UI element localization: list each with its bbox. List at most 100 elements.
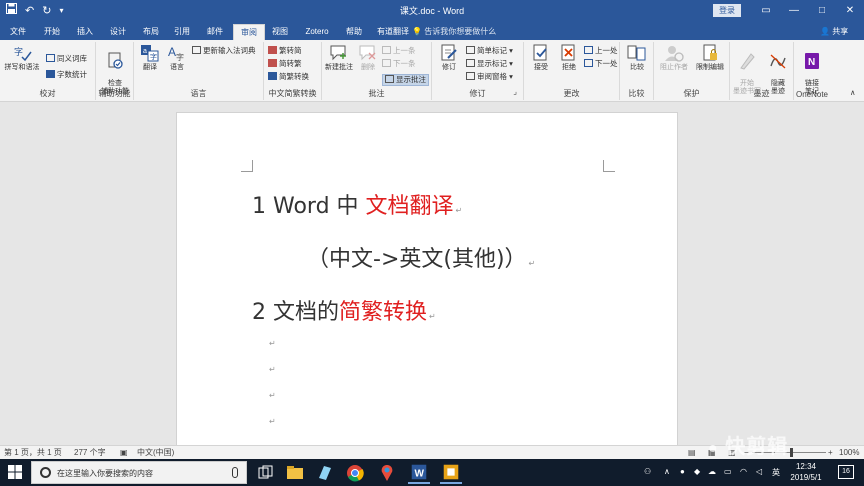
tab-view[interactable]: 视图 <box>266 24 294 40</box>
block-authors-icon <box>665 46 684 62</box>
word-count-button[interactable]: 字数统计 <box>46 70 87 80</box>
group-label-comments: 批注 <box>368 89 385 98</box>
minimize-button[interactable]: — <box>780 0 808 22</box>
action-center-icon[interactable]: 16 <box>838 465 854 479</box>
new-comment-button[interactable]: 新建批注 <box>324 44 354 72</box>
document-page[interactable]: 1 Word 中 文档翻译 ↵ （中文->英文(其他)） ↵ 2 文档的简繁转换 ↵ … <box>176 112 678 452</box>
windows-start-icon[interactable] <box>8 465 22 479</box>
group-label-chinese-conversion: 中文简繁转换 <box>268 89 317 98</box>
tab-layout[interactable]: 布局 <box>137 24 165 40</box>
tell-me-search[interactable]: 💡 告诉我你想要做什么 <box>412 25 496 39</box>
tab-youdao[interactable]: 有道翻译 <box>373 24 413 40</box>
zoom-in-icon[interactable]: + <box>828 448 833 458</box>
show-hidden-icons[interactable]: ∧ <box>664 467 670 476</box>
group-label-ink: 墨迹 <box>753 89 770 98</box>
share-button[interactable]: 👤 共享 <box>820 25 848 39</box>
empty-paragraph[interactable]: ↵ <box>269 339 276 348</box>
cloud-icon[interactable]: ☁ <box>708 467 716 476</box>
previous-comment-button[interactable]: 上一条 <box>382 46 416 56</box>
tab-references[interactable]: 引用 <box>168 24 196 40</box>
microphone-icon[interactable] <box>232 467 238 478</box>
zoom-level[interactable]: 100% <box>839 448 859 458</box>
simplified-to-traditional-button[interactable]: 简转繁 <box>268 59 302 69</box>
word-count[interactable]: 277 个字 <box>74 448 106 458</box>
delete-comment-button[interactable]: 删除 <box>356 44 380 72</box>
file-explorer-icon[interactable] <box>284 462 306 484</box>
close-button[interactable]: ✕ <box>836 0 864 22</box>
page-count[interactable]: 第 1 页，共 1 页 <box>4 448 62 458</box>
accept-button[interactable]: 接受 <box>528 44 554 72</box>
previous-change-button[interactable]: 上一处 <box>584 46 618 56</box>
block-authors-button[interactable]: 阻止作者 <box>656 44 692 72</box>
tab-zotero[interactable]: Zotero <box>300 24 334 40</box>
onenote-icon: N <box>805 53 819 69</box>
ribbon-display-icon[interactable]: ▭ <box>752 0 780 22</box>
book-icon <box>46 54 55 62</box>
tab-insert[interactable]: 插入 <box>71 24 99 40</box>
empty-paragraph[interactable]: ↵ <box>269 417 276 426</box>
next-comment-icon <box>382 59 391 67</box>
tracking-options-launcher-icon[interactable]: ⌟ <box>513 87 517 96</box>
linked-notes-button[interactable]: N 链接 笔记 <box>798 44 826 96</box>
taskbar-search-input[interactable]: 在这里输入你要搜索的内容 <box>31 461 247 484</box>
group-tracking: 修订 简单标记 ▾ 显示标记 ▾ 审阅窗格 ▾ 修订 ⌟ <box>432 42 524 100</box>
read-mode-icon[interactable]: ▤ <box>688 448 696 458</box>
word-app-icon[interactable]: W <box>408 462 430 484</box>
zoom-slider-thumb[interactable] <box>790 448 793 457</box>
empty-paragraph[interactable]: ↵ <box>269 391 276 400</box>
security-icon[interactable]: ◆ <box>694 467 700 476</box>
input-method-indicator[interactable]: 英 <box>772 467 780 478</box>
update-ime-dictionary-button[interactable]: 更新输入法词典 <box>192 46 256 56</box>
doc-line-2[interactable]: （中文->英文(其他)） ↵ <box>307 241 535 273</box>
tab-file[interactable]: 文件 <box>4 24 32 40</box>
convert-traditional-icon <box>268 59 277 67</box>
show-comments-button[interactable]: 显示批注 <box>382 74 429 86</box>
compare-button[interactable]: 比较 <box>624 44 650 72</box>
svg-text:字: 字 <box>14 46 23 57</box>
reviewing-pane-dropdown[interactable]: 审阅窗格 ▾ <box>466 72 513 82</box>
spelling-grammar-button[interactable]: 字 拼写和语法 <box>4 44 40 72</box>
people-icon[interactable]: ⚇ <box>644 467 651 476</box>
reject-button[interactable]: 拒绝 <box>556 44 582 72</box>
next-comment-button[interactable]: 下一条 <box>382 59 416 69</box>
notepad-app-icon[interactable] <box>314 462 336 484</box>
login-button[interactable]: 登录 <box>713 4 741 17</box>
task-view-icon[interactable] <box>254 462 276 484</box>
tab-review[interactable]: 审阅 <box>233 24 265 40</box>
collapse-ribbon-icon[interactable]: ∧ <box>850 88 856 98</box>
proofing-icon[interactable]: ▣ <box>120 448 128 458</box>
track-changes-button[interactable]: 修订 <box>436 44 462 72</box>
track-changes-icon <box>441 44 457 61</box>
tray-app-icon[interactable]: ● <box>680 467 685 476</box>
wifi-icon[interactable]: ◠ <box>740 467 747 476</box>
battery-icon[interactable]: ▭ <box>724 467 732 476</box>
system-clock[interactable]: 12:34 2019/5/1 <box>786 461 826 483</box>
volume-icon[interactable]: ◁ <box>756 467 762 476</box>
ribbon-tabs: 文件 开始 插入 设计 布局 引用 邮件 审阅 视图 Zotero 帮助 有道翻… <box>0 22 864 40</box>
tab-home[interactable]: 开始 <box>38 24 66 40</box>
empty-paragraph[interactable]: ↵ <box>269 365 276 374</box>
tab-mailings[interactable]: 邮件 <box>201 24 229 40</box>
doc-line-1[interactable]: 1 Word 中 文档翻译 ↵ <box>252 188 462 220</box>
doc-line-3[interactable]: 2 文档的简繁转换 ↵ <box>252 294 436 326</box>
group-accessibility: 检查 辅助功能 辅助功能 <box>96 42 134 100</box>
thesaurus-button[interactable]: 同义词库 <box>46 54 87 64</box>
chrome-icon[interactable] <box>344 462 366 484</box>
restrict-editing-button[interactable]: 限制编辑 <box>692 44 728 72</box>
chinese-conversion-button[interactable]: 简繁转换 <box>268 72 309 82</box>
show-markup-dropdown[interactable]: 显示标记 ▾ <box>466 59 513 69</box>
tab-design[interactable]: 设计 <box>104 24 132 40</box>
map-pin-app-icon[interactable] <box>376 462 398 484</box>
screen-recorder-icon[interactable] <box>440 462 462 484</box>
language-indicator[interactable]: 中文(中国) <box>137 448 174 458</box>
tab-help[interactable]: 帮助 <box>340 24 368 40</box>
simple-markup-dropdown[interactable]: 简单标记 ▾ <box>466 46 513 56</box>
traditional-to-simplified-button[interactable]: 繁转简 <box>268 46 302 56</box>
maximize-button[interactable]: □ <box>808 0 836 22</box>
cortana-icon <box>40 467 51 478</box>
translate-button[interactable]: a字 翻译 <box>138 44 162 72</box>
language-button[interactable]: A字 语言 <box>164 44 190 72</box>
vertical-scrollbar[interactable] <box>848 103 864 445</box>
next-change-button[interactable]: 下一处 <box>584 59 618 69</box>
group-proofing: 字 拼写和语法 同义词库 字数统计 校对 <box>0 42 96 100</box>
